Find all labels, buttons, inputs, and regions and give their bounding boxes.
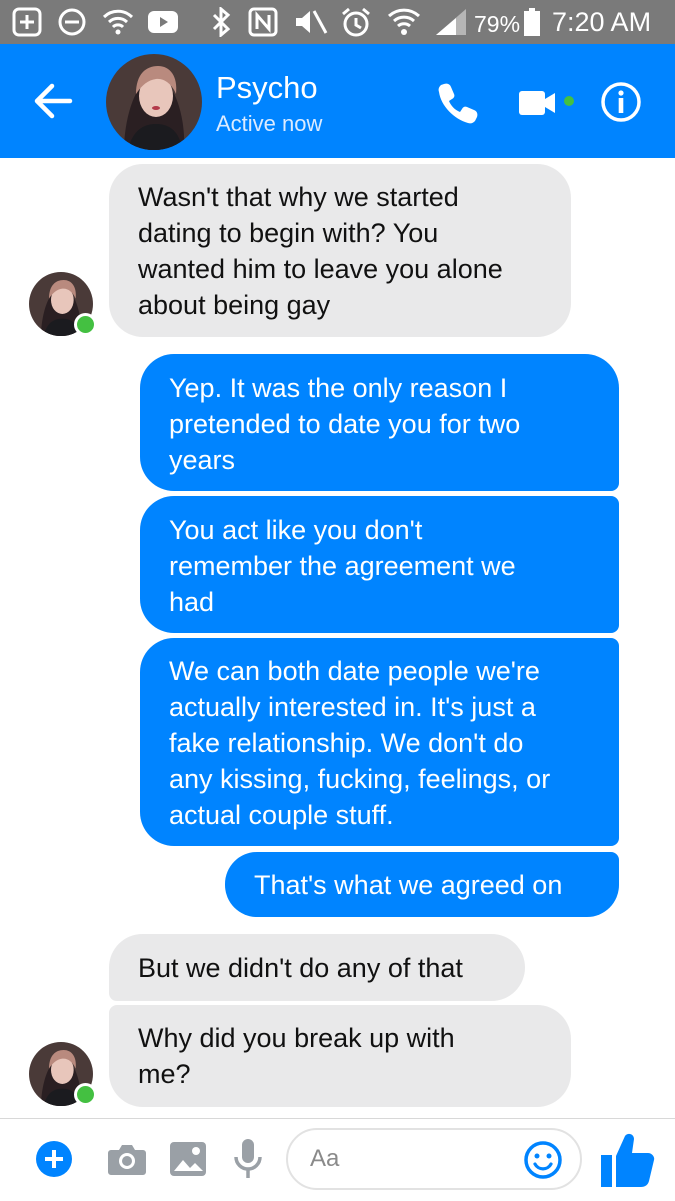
bluetooth-icon	[208, 7, 234, 37]
plus-icon	[36, 1141, 72, 1177]
more-actions-button[interactable]	[34, 1139, 74, 1179]
status-time: 7:20 AM	[552, 7, 652, 37]
online-indicator	[74, 1083, 97, 1106]
online-indicator	[74, 313, 97, 336]
info-button[interactable]	[600, 81, 642, 123]
back-arrow-icon	[34, 83, 73, 119]
video-camera-icon	[519, 91, 574, 115]
wifi-icon	[386, 7, 422, 37]
message-incoming[interactable]: But we didn't do any of that	[109, 934, 525, 1001]
microphone-icon	[234, 1139, 262, 1178]
voice-message-button[interactable]	[230, 1137, 266, 1181]
back-button[interactable]	[30, 81, 78, 121]
camera-icon	[108, 1145, 146, 1175]
do-not-disturb-icon	[56, 7, 88, 37]
youtube-icon	[146, 7, 180, 37]
thumbs-up-icon	[601, 1133, 655, 1187]
signal-icon	[432, 7, 470, 37]
phone-icon	[438, 83, 478, 124]
message-outgoing[interactable]: We can both date people we're actually i…	[140, 638, 619, 846]
message-outgoing[interactable]: Yep. It was the only reason I pretended …	[140, 354, 619, 491]
battery-icon	[522, 7, 542, 37]
gallery-button[interactable]	[168, 1139, 208, 1179]
emoji-button[interactable]	[522, 1139, 564, 1181]
camera-button[interactable]	[106, 1139, 148, 1179]
message-outgoing[interactable]: You act like you don't remember the agre…	[140, 496, 619, 633]
wifi-calling-icon	[100, 7, 136, 37]
info-icon	[601, 82, 641, 122]
message-incoming[interactable]: Wasn't that why we started dating to beg…	[109, 164, 571, 337]
mute-icon	[290, 7, 330, 37]
contact-avatar[interactable]	[106, 54, 202, 150]
emoji-icon	[524, 1141, 562, 1179]
conversation-header: Psycho Active now	[0, 44, 675, 158]
message-incoming[interactable]: Why did you break up with me?	[109, 1005, 571, 1107]
message-outgoing[interactable]: That's what we agreed on	[225, 852, 619, 917]
contact-name[interactable]: Psycho	[216, 70, 318, 106]
add-notification-icon	[10, 7, 44, 37]
voice-call-button[interactable]	[436, 80, 480, 124]
alarm-icon	[338, 7, 374, 37]
like-button[interactable]	[598, 1129, 656, 1191]
battery-percent: 79%	[474, 11, 521, 37]
contact-status: Active now	[216, 111, 323, 136]
gallery-icon	[170, 1142, 206, 1176]
message-composer: Aa	[0, 1118, 675, 1201]
status-bar: 79% 7:20 AM	[0, 0, 675, 44]
nfc-icon	[246, 7, 280, 37]
video-call-button[interactable]	[519, 88, 581, 118]
